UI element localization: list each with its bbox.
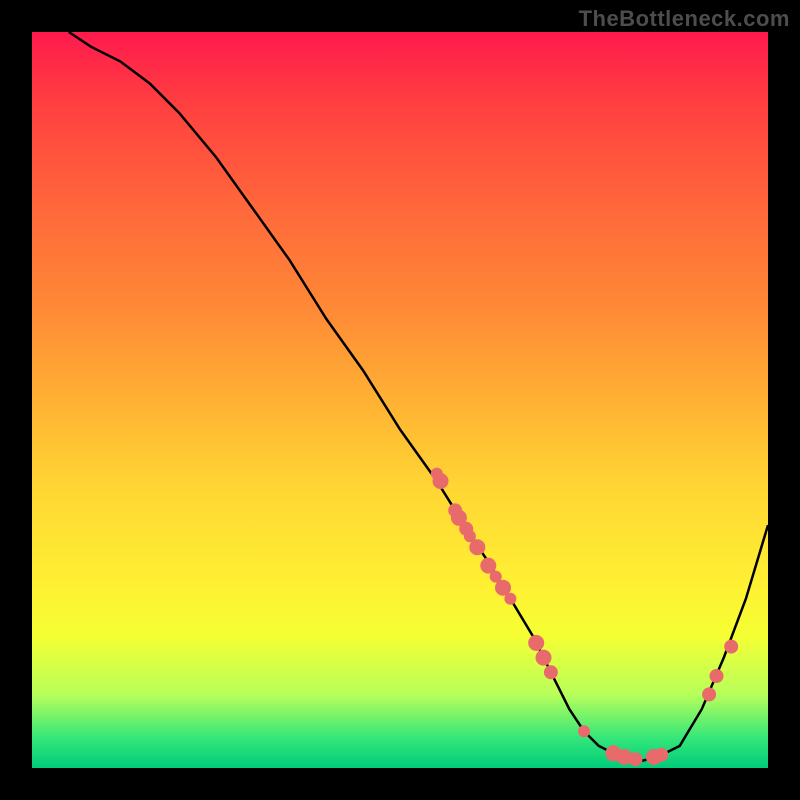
plot-canvas xyxy=(32,32,768,768)
dot xyxy=(710,669,724,683)
dot xyxy=(629,752,643,766)
dot xyxy=(544,665,558,679)
dot xyxy=(578,725,590,737)
dot xyxy=(536,650,552,666)
dot xyxy=(469,539,485,555)
chart-frame: TheBottleneck.com xyxy=(0,0,800,800)
highlight-dots xyxy=(431,468,738,767)
dot xyxy=(504,593,516,605)
dot xyxy=(654,748,668,762)
watermark: TheBottleneck.com xyxy=(579,6,790,32)
dot xyxy=(702,687,716,701)
dot xyxy=(433,473,449,489)
dot xyxy=(724,640,738,654)
bottleneck-curve xyxy=(69,32,768,761)
dot xyxy=(528,635,544,651)
